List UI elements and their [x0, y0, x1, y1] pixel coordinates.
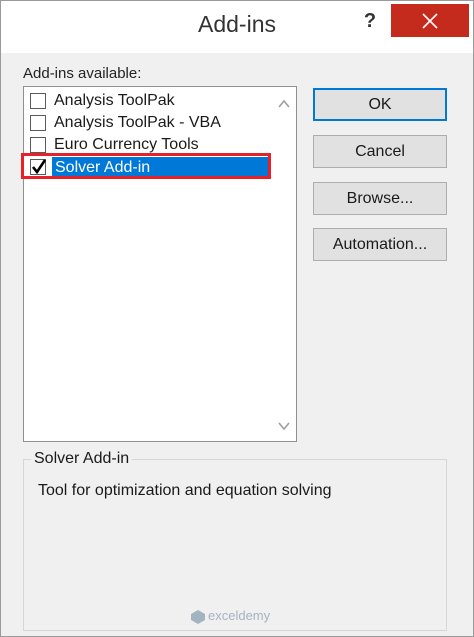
- analysis-toolpak-checkbox[interactable]: [30, 93, 46, 109]
- list-item-label: Analysis ToolPak: [54, 92, 175, 109]
- help-button[interactable]: ?: [353, 5, 387, 37]
- list-item-solver-add-in[interactable]: Solver Add-in: [28, 157, 272, 179]
- list-item-label: Analysis ToolPak - VBA: [54, 114, 221, 131]
- close-button[interactable]: [391, 4, 469, 37]
- cancel-button[interactable]: Cancel: [313, 135, 447, 168]
- add-ins-available-label: Add-ins available:: [23, 65, 142, 82]
- add-ins-dialog: Add-ins ? Add-ins available: Analysis To…: [0, 0, 474, 637]
- description-title: Solver Add-in: [31, 450, 133, 468]
- chevron-up-icon: [278, 99, 290, 108]
- scroll-down-button[interactable]: [275, 417, 293, 435]
- scroll-up-button[interactable]: [275, 95, 293, 113]
- analysis-toolpak-vba-checkbox[interactable]: [30, 115, 46, 131]
- list-item-label: Solver Add-in: [52, 157, 271, 178]
- automation-button[interactable]: Automation...: [313, 228, 447, 261]
- exceldemy-logo-icon: [191, 610, 205, 624]
- ok-button[interactable]: OK: [313, 88, 447, 121]
- title-bar: Add-ins ?: [1, 1, 473, 53]
- solver-add-in-checkbox[interactable]: [30, 159, 47, 175]
- list-item-analysis-toolpak[interactable]: Analysis ToolPak: [28, 91, 272, 113]
- watermark-text: exceldemy: [208, 608, 271, 623]
- list-item-label: Euro Currency Tools: [54, 136, 199, 153]
- euro-currency-tools-checkbox[interactable]: [30, 137, 46, 153]
- listbox-scrollbar[interactable]: [272, 87, 296, 441]
- description-text: Tool for optimization and equation solvi…: [38, 482, 332, 499]
- browse-button[interactable]: Browse...: [313, 182, 447, 215]
- close-icon: [422, 13, 438, 29]
- checkmark-icon: [31, 159, 47, 175]
- list-item-euro-currency-tools[interactable]: Euro Currency Tools: [28, 135, 272, 157]
- chevron-down-icon: [278, 422, 290, 431]
- add-ins-listbox[interactable]: Analysis ToolPak Analysis ToolPak - VBA …: [23, 86, 297, 442]
- list-item-analysis-toolpak-vba[interactable]: Analysis ToolPak - VBA: [28, 113, 272, 135]
